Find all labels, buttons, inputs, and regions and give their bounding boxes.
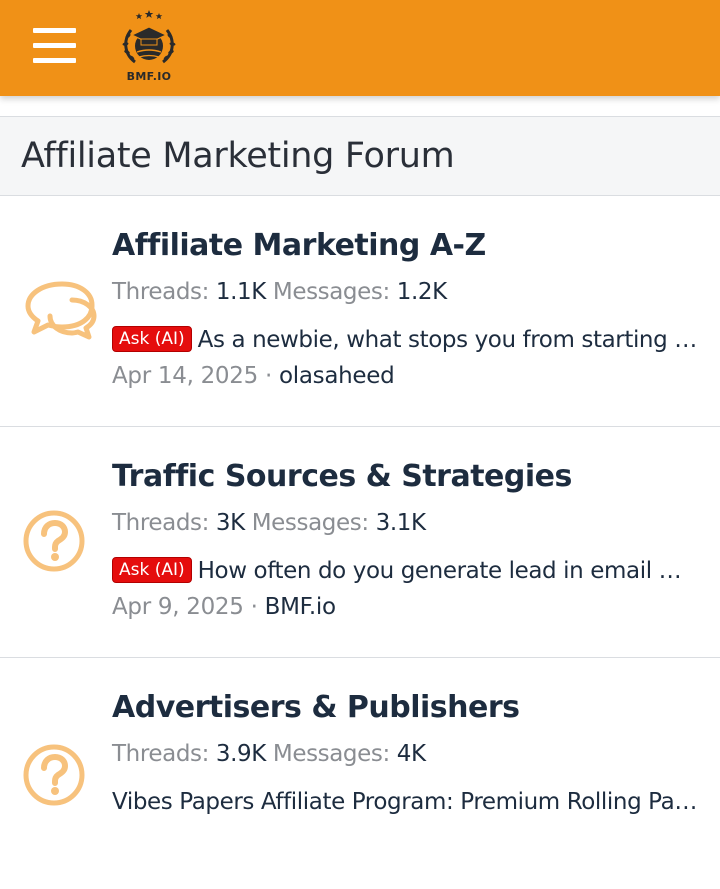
thread-prefix-badge[interactable]: Ask (AI) bbox=[112, 326, 192, 352]
latest-thread[interactable]: Ask (AI) As a newbie, what stops you from… bbox=[112, 324, 700, 356]
node-stats: Threads: 3.9K Messages: 4K bbox=[112, 738, 426, 770]
meta-separator: · bbox=[264, 363, 272, 389]
messages-label: Messages: bbox=[272, 741, 390, 767]
latest-thread[interactable]: Ask (AI) How often do you generate lead i… bbox=[112, 555, 700, 587]
latest-date[interactable]: Apr 14, 2025 bbox=[112, 363, 258, 389]
node-stats: Threads: 3K Messages: 3.1K bbox=[112, 507, 426, 539]
threads-label: Threads: bbox=[112, 741, 209, 767]
meta-separator: · bbox=[250, 594, 258, 620]
messages-count: 4K bbox=[396, 741, 426, 767]
latest-user[interactable]: olasaheed bbox=[279, 363, 395, 389]
threads-count: 3K bbox=[215, 510, 245, 536]
latest-date[interactable]: Apr 9, 2025 bbox=[112, 594, 244, 620]
node-stats: Threads: 1.1K Messages: 1.2K bbox=[112, 276, 447, 308]
top-header: BMF.IO bbox=[0, 0, 720, 96]
node-title[interactable]: Affiliate Marketing A-Z bbox=[112, 226, 486, 266]
node-title[interactable]: Traffic Sources & Strategies bbox=[112, 457, 572, 497]
messages-label: Messages: bbox=[272, 279, 390, 305]
latest-thread-meta: Apr 9, 2025 · BMF.io bbox=[112, 591, 336, 623]
latest-thread-meta: Apr 14, 2025 · olasaheed bbox=[112, 360, 395, 392]
header-spacer bbox=[0, 96, 720, 116]
question-circle-icon bbox=[22, 743, 86, 811]
latest-thread-link[interactable]: As a newbie, what stops you from startin… bbox=[198, 327, 700, 353]
threads-count: 3.9K bbox=[215, 741, 266, 767]
latest-thread-link[interactable]: Vibes Papers Affiliate Program: Premium … bbox=[112, 789, 700, 815]
node-title[interactable]: Advertisers & Publishers bbox=[112, 688, 520, 728]
latest-thread-link[interactable]: How often do you generate lead in email … bbox=[198, 558, 700, 584]
forum-node[interactable]: Affiliate Marketing A-Z Threads: 1.1K Me… bbox=[0, 196, 720, 427]
messages-count: 3.1K bbox=[375, 510, 426, 536]
messages-count: 1.2K bbox=[396, 279, 447, 305]
forum-node[interactable]: Traffic Sources & Strategies Threads: 3K… bbox=[0, 427, 720, 658]
node-title-link[interactable]: Advertisers & Publishers bbox=[112, 690, 520, 725]
page-title-bar: Affiliate Marketing Forum bbox=[0, 116, 720, 196]
site-logo[interactable]: BMF.IO bbox=[117, 10, 181, 86]
threads-count: 1.1K bbox=[215, 279, 266, 305]
logo-text: BMF.IO bbox=[126, 70, 172, 83]
forum-node[interactable]: Advertisers & Publishers Threads: 3.9K M… bbox=[0, 658, 720, 889]
chat-bubbles-icon bbox=[22, 278, 98, 346]
node-title-link[interactable]: Traffic Sources & Strategies bbox=[112, 459, 572, 494]
node-title-link[interactable]: Affiliate Marketing A-Z bbox=[112, 228, 486, 263]
page-title: Affiliate Marketing Forum bbox=[21, 136, 455, 176]
thread-prefix-badge[interactable]: Ask (AI) bbox=[112, 557, 192, 583]
question-circle-icon bbox=[22, 509, 86, 577]
logo-emblem-icon bbox=[122, 10, 176, 64]
messages-label: Messages: bbox=[251, 510, 369, 536]
threads-label: Threads: bbox=[112, 510, 209, 536]
threads-label: Threads: bbox=[112, 279, 209, 305]
latest-thread[interactable]: Vibes Papers Affiliate Program: Premium … bbox=[112, 786, 700, 818]
hamburger-menu-icon[interactable] bbox=[33, 28, 77, 64]
latest-user[interactable]: BMF.io bbox=[265, 594, 336, 620]
